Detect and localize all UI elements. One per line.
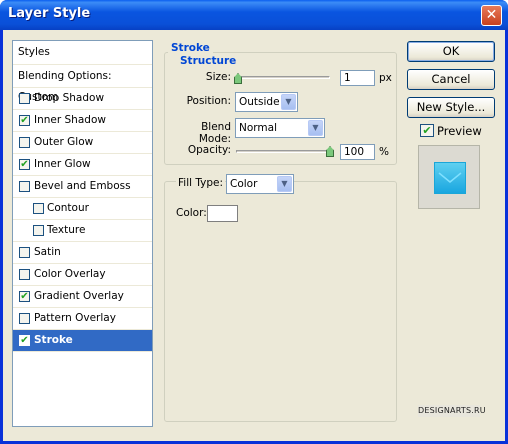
opacity-unit: %	[379, 146, 389, 158]
preview-thumbnail	[418, 145, 480, 209]
style-item-label: Drop Shadow	[34, 92, 105, 104]
title-bar: Layer Style ✕	[0, 0, 508, 30]
blend-mode-value: Normal	[239, 122, 277, 134]
style-item-drop-shadow[interactable]: Drop Shadow	[13, 88, 152, 110]
style-item-color-overlay[interactable]: Color Overlay	[13, 264, 152, 286]
watermark: DESIGNARTS.RU	[418, 405, 486, 417]
chevron-down-icon: ▼	[277, 176, 292, 192]
style-item-checkbox[interactable]	[33, 203, 44, 214]
blend-mode-label: Blend Mode:	[198, 121, 231, 145]
size-label: Size:	[205, 71, 231, 83]
style-item-texture[interactable]: Texture	[13, 220, 152, 242]
style-item-label: Outer Glow	[34, 136, 94, 148]
style-item-stroke[interactable]: ✔ Stroke	[13, 330, 152, 352]
style-item-checkbox[interactable]: ✔	[19, 115, 30, 126]
stroke-color-swatch[interactable]	[207, 205, 238, 222]
opacity-input[interactable]: 100	[340, 144, 375, 160]
blending-options-item[interactable]: Blending Options: Custom	[13, 66, 152, 103]
style-item-checkbox[interactable]: ✔	[19, 335, 30, 346]
size-unit: px	[379, 72, 392, 84]
style-item-label: Inner Shadow	[34, 114, 106, 126]
fill-type-label: Fill Type:	[176, 177, 226, 189]
styles-header[interactable]: Styles	[13, 41, 152, 65]
style-item-checkbox[interactable]: ✔	[19, 291, 30, 302]
fill-type-value: Color	[230, 178, 258, 190]
cancel-button[interactable]: Cancel	[407, 69, 495, 90]
style-item-checkbox[interactable]	[19, 181, 30, 192]
position-label: Position:	[186, 95, 231, 107]
style-item-bevel-and-emboss[interactable]: Bevel and Emboss	[13, 176, 152, 198]
size-slider[interactable]	[236, 76, 330, 79]
blend-mode-select[interactable]: Normal ▼	[235, 118, 325, 138]
preview-label: Preview	[437, 124, 482, 138]
chevron-down-icon: ▼	[308, 120, 323, 136]
styles-list: Styles Blending Options: Custom Drop Sha…	[12, 40, 153, 427]
style-item-checkbox[interactable]	[19, 93, 30, 104]
structure-title: Structure	[177, 55, 240, 67]
style-item-checkbox[interactable]	[33, 225, 44, 236]
size-input[interactable]: 1	[340, 70, 375, 86]
style-item-label: Pattern Overlay	[34, 312, 116, 324]
ok-button[interactable]: OK	[407, 41, 495, 62]
opacity-label: Opacity:	[187, 144, 231, 156]
style-item-contour[interactable]: Contour	[13, 198, 152, 220]
style-item-checkbox[interactable]	[19, 137, 30, 148]
style-item-label: Stroke	[34, 334, 73, 346]
position-value: Outside	[239, 96, 280, 108]
preview-checkbox[interactable]: ✔	[420, 124, 434, 137]
style-item-label: Satin	[34, 246, 61, 258]
preview-swatch	[434, 162, 466, 194]
style-item-checkbox[interactable]	[19, 247, 30, 258]
stroke-title: Stroke	[168, 42, 213, 54]
style-item-label: Bevel and Emboss	[34, 180, 131, 192]
window-title: Layer Style	[8, 6, 91, 21]
opacity-slider[interactable]	[236, 150, 334, 153]
style-item-inner-glow[interactable]: ✔ Inner Glow	[13, 154, 152, 176]
chevron-down-icon: ▼	[281, 94, 296, 110]
position-select[interactable]: Outside ▼	[235, 92, 298, 112]
style-item-label: Contour	[47, 202, 89, 214]
style-item-checkbox[interactable]	[19, 313, 30, 324]
style-item-inner-shadow[interactable]: ✔ Inner Shadow	[13, 110, 152, 132]
style-item-checkbox[interactable]: ✔	[19, 159, 30, 170]
close-button[interactable]: ✕	[481, 5, 502, 26]
color-label: Color:	[176, 207, 207, 219]
style-item-outer-glow[interactable]: Outer Glow	[13, 132, 152, 154]
fill-type-select[interactable]: Color ▼	[226, 174, 294, 194]
new-style-button[interactable]: New Style...	[407, 97, 495, 118]
style-item-gradient-overlay[interactable]: ✔ Gradient Overlay	[13, 286, 152, 308]
styles-header-label: Styles	[18, 46, 50, 58]
style-item-pattern-overlay[interactable]: Pattern Overlay	[13, 308, 152, 330]
style-item-label: Texture	[47, 224, 86, 236]
style-item-checkbox[interactable]	[19, 269, 30, 280]
envelope-icon	[438, 172, 462, 183]
style-item-satin[interactable]: Satin	[13, 242, 152, 264]
style-item-label: Gradient Overlay	[34, 290, 124, 302]
style-item-label: Color Overlay	[34, 268, 106, 280]
style-item-label: Inner Glow	[34, 158, 91, 170]
